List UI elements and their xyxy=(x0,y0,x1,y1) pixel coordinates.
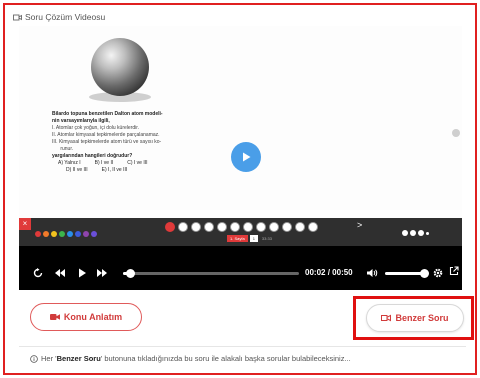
answers-row-2: D) II ve III E) I, II ve III xyxy=(52,167,222,174)
brush-size-2[interactable] xyxy=(410,230,416,236)
info-bold: Benzer Soru xyxy=(56,354,101,363)
toolbar-more-button[interactable]: > xyxy=(357,220,362,230)
replay-icon[interactable] xyxy=(31,266,45,280)
settings-tool-icon[interactable] xyxy=(308,222,318,232)
konu-anlatim-button[interactable]: Konu Anlatım xyxy=(30,303,142,331)
external-link-icon[interactable] xyxy=(447,264,461,278)
seek-handle[interactable] xyxy=(126,269,136,278)
zoom-tool-icon[interactable] xyxy=(282,222,292,232)
play-icon[interactable] xyxy=(75,266,89,280)
dalton-sphere-image xyxy=(91,38,149,96)
time-separator: / xyxy=(327,268,330,277)
question-stem-1: Bilardo topuna benzetilen Dalton atom mo… xyxy=(52,111,163,117)
page-label[interactable]: 1. Sayfa xyxy=(227,235,248,242)
seek-bar[interactable] xyxy=(123,269,299,278)
grid-tool-icon[interactable] xyxy=(295,222,305,232)
settings-gear-icon[interactable] xyxy=(431,266,445,280)
volume-slider[interactable] xyxy=(385,269,429,278)
question-prompt: yargılarından hangileri doğrudur? xyxy=(52,153,133,159)
benzer-soru-label: Benzer Soru xyxy=(395,313,449,323)
drawing-toolbar: × > 1. Sayfa 1 33:33 xyxy=(19,218,462,246)
palette-color-3[interactable] xyxy=(51,231,57,237)
question-text: Bilardo topuna benzetilen Dalton atom mo… xyxy=(52,111,222,174)
page-value[interactable]: 1 xyxy=(249,235,258,242)
page-extra: 33:33 xyxy=(261,236,272,241)
info-footer: Her 'Benzer Soru' butonuna tıkladığınızd… xyxy=(30,354,351,363)
video-camera-icon xyxy=(13,14,22,21)
text-tool-icon[interactable] xyxy=(256,222,266,232)
toolbar-close-button[interactable]: × xyxy=(19,218,31,230)
answers-row-1: A) Yalnız I B) I ve II C) I ve III xyxy=(52,160,222,167)
palette-color-1[interactable] xyxy=(35,231,41,237)
question-item-1: I. Atomlar çok yoğun, içi dolu kürelerdi… xyxy=(52,125,139,131)
panel-title: Soru Çözüm Videosu xyxy=(25,12,106,22)
brush-size-1[interactable] xyxy=(402,230,408,236)
line-tool-icon[interactable] xyxy=(191,222,201,232)
video-camera-icon xyxy=(381,314,392,322)
konu-anlatim-label: Konu Anlatım xyxy=(63,312,123,322)
answer-c: C) I ve III xyxy=(127,160,148,166)
play-overlay-button[interactable] xyxy=(231,142,261,172)
time-display: 00:02 / 00:50 xyxy=(305,268,353,277)
brush-size-picker[interactable] xyxy=(402,230,429,236)
answer-b: B) I ve II xyxy=(94,160,114,166)
info-prefix: Her ' xyxy=(41,354,57,363)
video-frame[interactable]: Bilardo topuna benzetilen Dalton atom mo… xyxy=(19,26,462,246)
duration: 00:50 xyxy=(332,268,353,277)
fast-forward-icon[interactable] xyxy=(95,266,109,280)
fullscreen-icon[interactable] xyxy=(461,264,475,278)
palette-color-7[interactable] xyxy=(83,231,89,237)
palette-color-5[interactable] xyxy=(67,231,73,237)
info-text: Her 'Benzer Soru' butonuna tıkladığınızd… xyxy=(41,354,351,363)
play-icon xyxy=(243,152,251,162)
answer-e: E) I, II ve III xyxy=(101,167,128,173)
panel-header: Soru Çözüm Videosu xyxy=(13,10,105,24)
palette-color-6[interactable] xyxy=(75,231,81,237)
current-time: 00:02 xyxy=(305,268,326,277)
shape-tool-icon[interactable] xyxy=(217,222,227,232)
question-item-3: III. Kimyasal tepkimelerde atom türü ve … xyxy=(52,139,162,145)
rewind-icon[interactable] xyxy=(53,266,67,280)
brush-size-3[interactable] xyxy=(418,230,424,236)
palette-color-8[interactable] xyxy=(91,231,97,237)
page-indicator: 1. Sayfa 1 33:33 xyxy=(227,235,274,242)
marker-tool-icon[interactable] xyxy=(178,222,188,232)
palette-color-2[interactable] xyxy=(43,231,49,237)
answer-a: A) Yalnız I xyxy=(58,160,81,166)
brush-size-4[interactable] xyxy=(426,231,429,235)
question-item-2: II. Atomlar kimyasal tepkimelerde parçal… xyxy=(52,132,160,138)
question-item-4: runur. xyxy=(52,146,74,152)
question-stem-2: nin varsayımlarıyla ilgili, xyxy=(52,118,110,124)
player-controls: 00:02 / 00:50 xyxy=(19,261,473,285)
volume-icon[interactable] xyxy=(365,266,379,280)
video-camera-icon xyxy=(49,314,60,320)
color-palette xyxy=(35,231,97,237)
eraser-tool-icon[interactable] xyxy=(204,222,214,232)
clear-tool-icon[interactable] xyxy=(269,222,279,232)
side-handle[interactable] xyxy=(452,129,460,137)
drawing-tools xyxy=(165,222,318,232)
benzer-soru-button[interactable]: Benzer Soru xyxy=(366,304,464,332)
video-player[interactable]: Bilardo topuna benzetilen Dalton atom mo… xyxy=(19,26,473,290)
answer-d: D) II ve III xyxy=(66,167,88,173)
divider xyxy=(19,346,466,347)
redo-icon[interactable] xyxy=(243,222,253,232)
undo-icon[interactable] xyxy=(230,222,240,232)
info-suffix: ' butonuna tıkladığınızda bu soru ile al… xyxy=(100,354,351,363)
info-icon xyxy=(30,354,38,363)
palette-color-4[interactable] xyxy=(59,231,65,237)
volume-handle[interactable] xyxy=(420,269,429,278)
pen-tool-icon[interactable] xyxy=(165,222,175,232)
